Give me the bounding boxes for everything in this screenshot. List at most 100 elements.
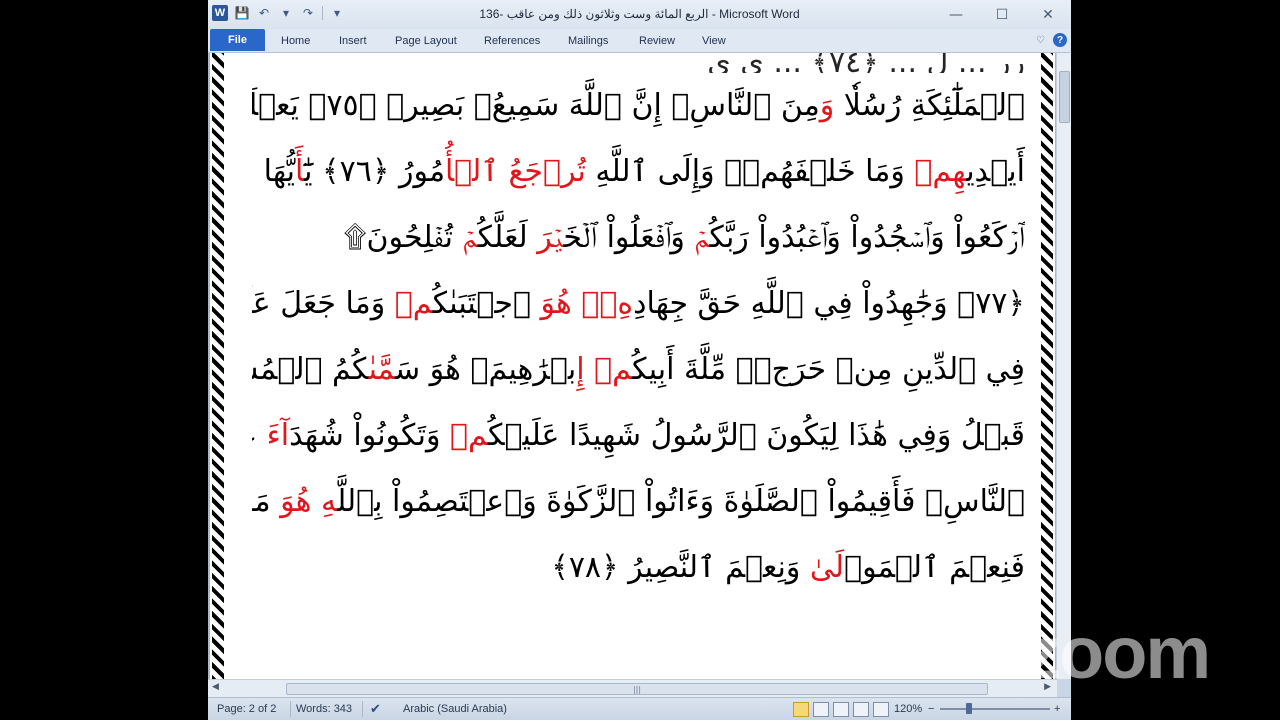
highlighted-text: مَّىٰ — [368, 352, 395, 387]
tab-page-layout[interactable]: Page Layout — [395, 32, 457, 50]
verse-text: ٱجۡتَبَىٰكُ — [432, 286, 541, 321]
verse-text: مَوۡ — [252, 484, 271, 519]
language-indicator[interactable]: Arabic (Saudi Arabia) — [403, 703, 507, 715]
verse-text — [572, 286, 582, 321]
status-bar: Page: 2 of 2 Words: 343 ✔ Arabic (Saudi … — [208, 697, 1071, 720]
word-count[interactable]: Words: 343 — [296, 703, 352, 715]
zoom-level[interactable]: 120% — [894, 703, 922, 715]
tab-view[interactable]: View — [702, 32, 726, 50]
verse-line: فَنِعۡمَ ٱلۡمَوۡلَىٰ وَنِعۡمَ ٱلنَّصِيرُ… — [252, 535, 1025, 601]
verse-line: قَبۡلُ وَفِي هَٰذَا لِيَكُونَ ٱلرَّسُولُ… — [252, 403, 1025, 469]
ribbon-tabs: File Home Insert Page Layout References … — [208, 29, 1071, 53]
verse-text — [499, 154, 509, 189]
verse-line: فِي ٱلدِّينِ مِنۡ حَرَجٖۚ مِّلَّةَ أَبِي… — [252, 337, 1025, 403]
draft-icon[interactable] — [873, 702, 889, 717]
highlighted-text: هِ — [321, 484, 338, 519]
partial-line: رر ... ل ... ﴿٧٤﴾ ... ى ي — [707, 53, 1025, 73]
zoom-out-button[interactable]: − — [928, 703, 934, 715]
tab-references[interactable]: References — [484, 32, 540, 50]
status-separator — [290, 701, 291, 717]
page-border-left — [212, 53, 224, 679]
highlighted-text: يۡرَ — [537, 220, 564, 255]
tab-insert[interactable]: Insert — [339, 32, 367, 50]
page-border-right — [1041, 53, 1053, 679]
verse-line: ٱلنَّاسِۚ فَأَقِيمُواْ ٱلصَّلَوٰةَ وَءَا… — [252, 469, 1025, 535]
tab-home[interactable]: Home — [281, 32, 310, 50]
minimize-button[interactable]: — — [933, 0, 979, 29]
web-layout-icon[interactable] — [833, 702, 849, 717]
highlighted-text: وَ — [819, 88, 835, 123]
verse-text: مُورُ ﴿٧٦﴾ يَٰٓ — [304, 154, 446, 189]
verse-text: بۡرَٰهِيمَۚ هُوَ سَ — [394, 352, 577, 387]
proofing-icon[interactable]: ✔ — [370, 701, 381, 717]
highlighted-text: هُوَ — [540, 286, 572, 321]
highlighted-text: هُوَ — [280, 484, 312, 519]
verse-text: وَتَكُونُواْ شُهَدَ — [289, 418, 450, 453]
highlighted-text: إِ — [576, 352, 585, 387]
verse-text: كُمُ ٱلۡمُسۡلِمِينَ مِن — [252, 352, 369, 387]
verse-line: ٱلۡمَلَٰٓئِكَةِ رُسُلٗا وَمِنَ ٱلنَّاسِۚ… — [252, 73, 1025, 139]
verse-text — [311, 484, 321, 519]
zoom-slider-knob[interactable] — [966, 703, 972, 714]
highlighted-text: مۡ — [694, 220, 710, 255]
verse-line: أَيۡدِيهِمۡ وَمَا خَلۡفَهُمۡۚ وَإِلَى ٱل… — [252, 139, 1025, 205]
verse-text: أَيۡدِي — [966, 154, 1025, 189]
print-layout-icon[interactable] — [793, 702, 809, 717]
verse-text: وَٱفۡعَلُواْ ٱلۡخَ — [563, 220, 695, 255]
verse-line: ﴿٧٧﴾ وَجَٰهِدُواْ فِي ٱللَّهِ حَقَّ جِهَ… — [252, 271, 1025, 337]
tab-review[interactable]: Review — [639, 32, 675, 50]
highlighted-text: تُرۡجَعُ — [508, 154, 586, 189]
title-bar: W 💾 ↶ ▾ ↷ ▾ الربع المائة وست وثلاثون ذلك… — [208, 0, 1071, 30]
verse-text: ﴿٧٧﴾ وَجَٰهِدُواْ فِي ٱللَّهِ حَقَّ جِهَ… — [633, 286, 1025, 321]
highlighted-text: هِمۡ — [914, 154, 967, 189]
tab-file[interactable]: File — [210, 29, 265, 51]
status-separator — [362, 701, 363, 717]
full-screen-reading-icon[interactable] — [813, 702, 829, 717]
ribbon-minimize-icon[interactable]: ♡ — [1036, 35, 1045, 46]
zoom-watermark-logo: zoom — [1024, 611, 1211, 694]
highlighted-text: مۡ — [594, 352, 633, 387]
highlighted-text: مۡ — [394, 286, 433, 321]
highlighted-text: أَ — [295, 154, 305, 189]
window-controls: — ☐ ✕ — [933, 0, 1071, 29]
verse-text — [585, 352, 595, 387]
quran-text[interactable]: رر ... ل ... ﴿٧٤﴾ ... ى ي ٱلۡمَلَٰٓئِكَة… — [252, 53, 1025, 601]
verse-text: تُفۡلِحُونَ۩ — [343, 220, 463, 255]
zoom-in-button[interactable]: + — [1054, 703, 1060, 715]
highlighted-text: لَىٰ — [809, 550, 845, 585]
outline-icon[interactable] — [853, 702, 869, 717]
verse-text: وَنِعۡمَ ٱلنَّصِيرُ ﴿٧٨﴾ — [551, 550, 810, 585]
verse-text: ٱلۡمَلَٰٓئِكَةِ رُسُلٗا — [834, 88, 1025, 123]
verse-text: وَمَا خَلۡفَهُمۡۚ وَإِلَى ٱللَّهِ — [585, 154, 915, 189]
zoom-slider[interactable] — [940, 708, 1050, 710]
verse-line: ٱرۡكَعُواْ وَٱسۡجُدُواْ وَٱعۡبُدُواْ رَب… — [252, 205, 1025, 271]
verse-text: عَلَى — [252, 418, 267, 453]
help-icon[interactable]: ? — [1053, 33, 1067, 47]
document-area: رر ... ل ... ﴿٧٤﴾ ... ى ي ٱلۡمَلَٰٓئِكَة… — [208, 53, 1057, 679]
document-page[interactable]: رر ... ل ... ﴿٧٤﴾ ... ى ي ٱلۡمَلَٰٓئِكَة… — [210, 53, 1055, 679]
maximize-button[interactable]: ☐ — [979, 0, 1025, 29]
verse-text: وَمَا جَعَلَ عَلَيۡكُ — [252, 286, 386, 321]
page-indicator[interactable]: Page: 2 of 2 — [217, 703, 276, 715]
highlighted-text: مۡ — [462, 220, 478, 255]
horizontal-scroll-thumb[interactable]: ||| — [286, 683, 988, 695]
verse-text: ٱلنَّاسِۚ فَأَقِيمُواْ ٱلصَّلَوٰةَ وَءَا… — [337, 484, 1025, 519]
highlighted-text: هِۦۚ — [581, 286, 634, 321]
highlighted-text: آءَ — [266, 418, 290, 453]
view-buttons — [793, 702, 889, 717]
highlighted-text: مۡ — [449, 418, 488, 453]
vertical-scrollbar[interactable] — [1056, 53, 1071, 679]
scroll-left-icon[interactable]: ◀ — [212, 682, 219, 692]
ribbon-right-controls: ♡ ? — [1036, 33, 1067, 47]
verse-text: يُّهَا ٱلَّذِينَ — [252, 154, 295, 189]
close-button[interactable]: ✕ — [1025, 0, 1071, 29]
verse-text: مِنَ ٱلنَّاسِۚ إِنَّ ٱللَّهَ سَمِيعُۢ بَ… — [252, 88, 820, 123]
highlighted-text: ٱلۡأُ — [445, 154, 499, 189]
word-window: W 💾 ↶ ▾ ↷ ▾ الربع المائة وست وثلاثون ذلك… — [208, 0, 1071, 720]
tab-mailings[interactable]: Mailings — [568, 32, 608, 50]
verse-text: فِي ٱلدِّينِ مِنۡ حَرَجٖۚ مِّلَّةَ أَبِي… — [632, 352, 1025, 387]
horizontal-scrollbar[interactable]: ◀ ||| ▶ — [208, 679, 1057, 697]
verse-text: قَبۡلُ وَفِي هَٰذَا لِيَكُونَ ٱلرَّسُولُ… — [487, 418, 1025, 453]
vertical-scroll-thumb[interactable] — [1059, 71, 1070, 123]
verse-text: فَنِعۡمَ ٱلۡمَوۡ — [844, 550, 1025, 585]
